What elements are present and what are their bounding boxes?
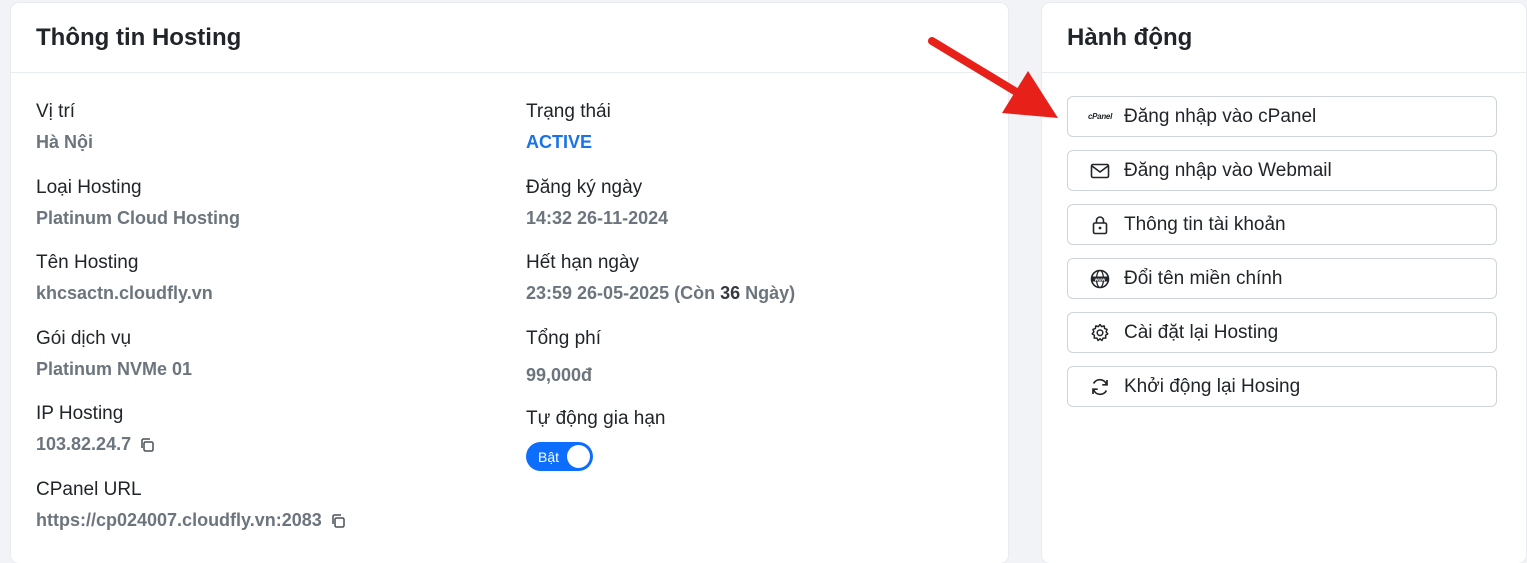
change-domain-button[interactable]: www Đổi tên miền chính bbox=[1067, 258, 1497, 299]
location-value: Hà Nội bbox=[36, 132, 94, 152]
restart-hosting-label: Khởi động lại Hosing bbox=[1124, 375, 1301, 397]
expiry-field: Hết hạn ngày 23:59 26-05-2025 (Còn 36 Ng… bbox=[526, 252, 795, 304]
registered-field: Đăng ký ngày 14:32 26-11-2024 bbox=[526, 177, 668, 229]
expiry-suffix: Ngày) bbox=[740, 283, 796, 303]
gear-icon bbox=[1088, 323, 1112, 343]
hosting-info-title: Thông tin Hosting bbox=[11, 3, 1008, 73]
autorenew-toggle-label: Bật bbox=[538, 448, 560, 465]
hosting-type-value: Platinum Cloud Hosting bbox=[36, 208, 240, 228]
ip-row: 103.82.24.7 bbox=[36, 433, 155, 455]
autorenew-label: Tự động gia hạn bbox=[526, 408, 666, 429]
autorenew-toggle[interactable]: Bật bbox=[526, 442, 593, 471]
webmail-login-label: Đăng nhập vào Webmail bbox=[1124, 159, 1332, 181]
total-field: Tổng phí 99,000đ bbox=[526, 328, 601, 386]
account-info-button[interactable]: Thông tin tài khoản bbox=[1067, 204, 1497, 245]
copy-icon[interactable] bbox=[330, 512, 346, 528]
annotation-arrow-icon bbox=[928, 37, 1058, 118]
cpanel-login-label: Đăng nhập vào cPanel bbox=[1124, 105, 1317, 127]
envelope-icon bbox=[1088, 161, 1112, 181]
total-value: 99,000đ bbox=[526, 365, 593, 385]
plan-label: Gói dịch vụ bbox=[36, 328, 132, 349]
cpanel-url-value: https://cp024007.cloudfly.vn:2083 bbox=[36, 510, 322, 530]
cpanel-login-button[interactable]: cPanel Đăng nhập vào cPanel bbox=[1067, 96, 1497, 137]
actions-card: Hành động cPanel Đăng nhập vào cPanel Đă… bbox=[1042, 3, 1526, 563]
location-field: Vị trí Hà Nội bbox=[36, 101, 93, 153]
expiry-label: Hết hạn ngày bbox=[526, 252, 640, 273]
registered-value: 14:32 26-11-2024 bbox=[526, 208, 669, 228]
restart-hosting-button[interactable]: Khởi động lại Hosing bbox=[1067, 366, 1497, 407]
hosting-name-value: khcsactn.cloudfly.vn bbox=[36, 283, 213, 303]
toggle-knob bbox=[567, 445, 590, 468]
hosting-type-label: Loại Hosting bbox=[36, 177, 142, 198]
cpanel-url-field: CPanel URL https://cp024007.cloudfly.vn:… bbox=[36, 479, 346, 531]
status-label: Trạng thái bbox=[526, 101, 611, 122]
cpanel-url-row: https://cp024007.cloudfly.vn:2083 bbox=[36, 509, 346, 531]
expiry-days: 36 bbox=[720, 283, 741, 303]
hosting-info-card: Thông tin Hosting Vị trí Hà Nội Loại Hos… bbox=[11, 3, 1008, 563]
ip-label: IP Hosting bbox=[36, 403, 124, 424]
refresh-icon bbox=[1088, 377, 1112, 397]
cpanel-url-label: CPanel URL bbox=[36, 479, 142, 500]
hosting-name-label: Tên Hosting bbox=[36, 252, 139, 273]
webmail-login-button[interactable]: Đăng nhập vào Webmail bbox=[1067, 150, 1497, 191]
actions-title: Hành động bbox=[1042, 3, 1526, 73]
account-info-label: Thông tin tài khoản bbox=[1124, 213, 1286, 235]
status-field: Trạng thái ACTIVE bbox=[526, 101, 611, 153]
plan-value: Platinum NVMe 01 bbox=[36, 359, 193, 379]
total-label: Tổng phí bbox=[526, 328, 601, 349]
autorenew-field: Tự động gia hạn Bật bbox=[526, 408, 666, 471]
globe-www-icon: www bbox=[1088, 269, 1112, 289]
plan-field: Gói dịch vụ Platinum NVMe 01 bbox=[36, 328, 192, 380]
reinstall-hosting-label: Cài đặt lại Hosting bbox=[1124, 321, 1279, 343]
copy-icon[interactable] bbox=[139, 436, 155, 452]
change-domain-label: Đổi tên miền chính bbox=[1124, 267, 1283, 289]
lock-icon bbox=[1088, 215, 1112, 235]
expiry-value: 23:59 26-05-2025 (Còn 36 Ngày) bbox=[526, 282, 795, 304]
reinstall-hosting-button[interactable]: Cài đặt lại Hosting bbox=[1067, 312, 1497, 353]
expiry-date: 23:59 26-05-2025 (Còn bbox=[526, 283, 721, 303]
hosting-name-field: Tên Hosting khcsactn.cloudfly.vn bbox=[36, 252, 213, 304]
svg-text:www: www bbox=[1094, 276, 1106, 281]
status-badge: ACTIVE bbox=[526, 132, 593, 152]
ip-field: IP Hosting 103.82.24.7 bbox=[36, 403, 155, 455]
registered-label: Đăng ký ngày bbox=[526, 177, 643, 198]
ip-value: 103.82.24.7 bbox=[36, 434, 132, 454]
hosting-type-field: Loại Hosting Platinum Cloud Hosting bbox=[36, 177, 240, 229]
cpanel-icon: cPanel bbox=[1088, 112, 1112, 121]
location-label: Vị trí bbox=[36, 101, 76, 122]
